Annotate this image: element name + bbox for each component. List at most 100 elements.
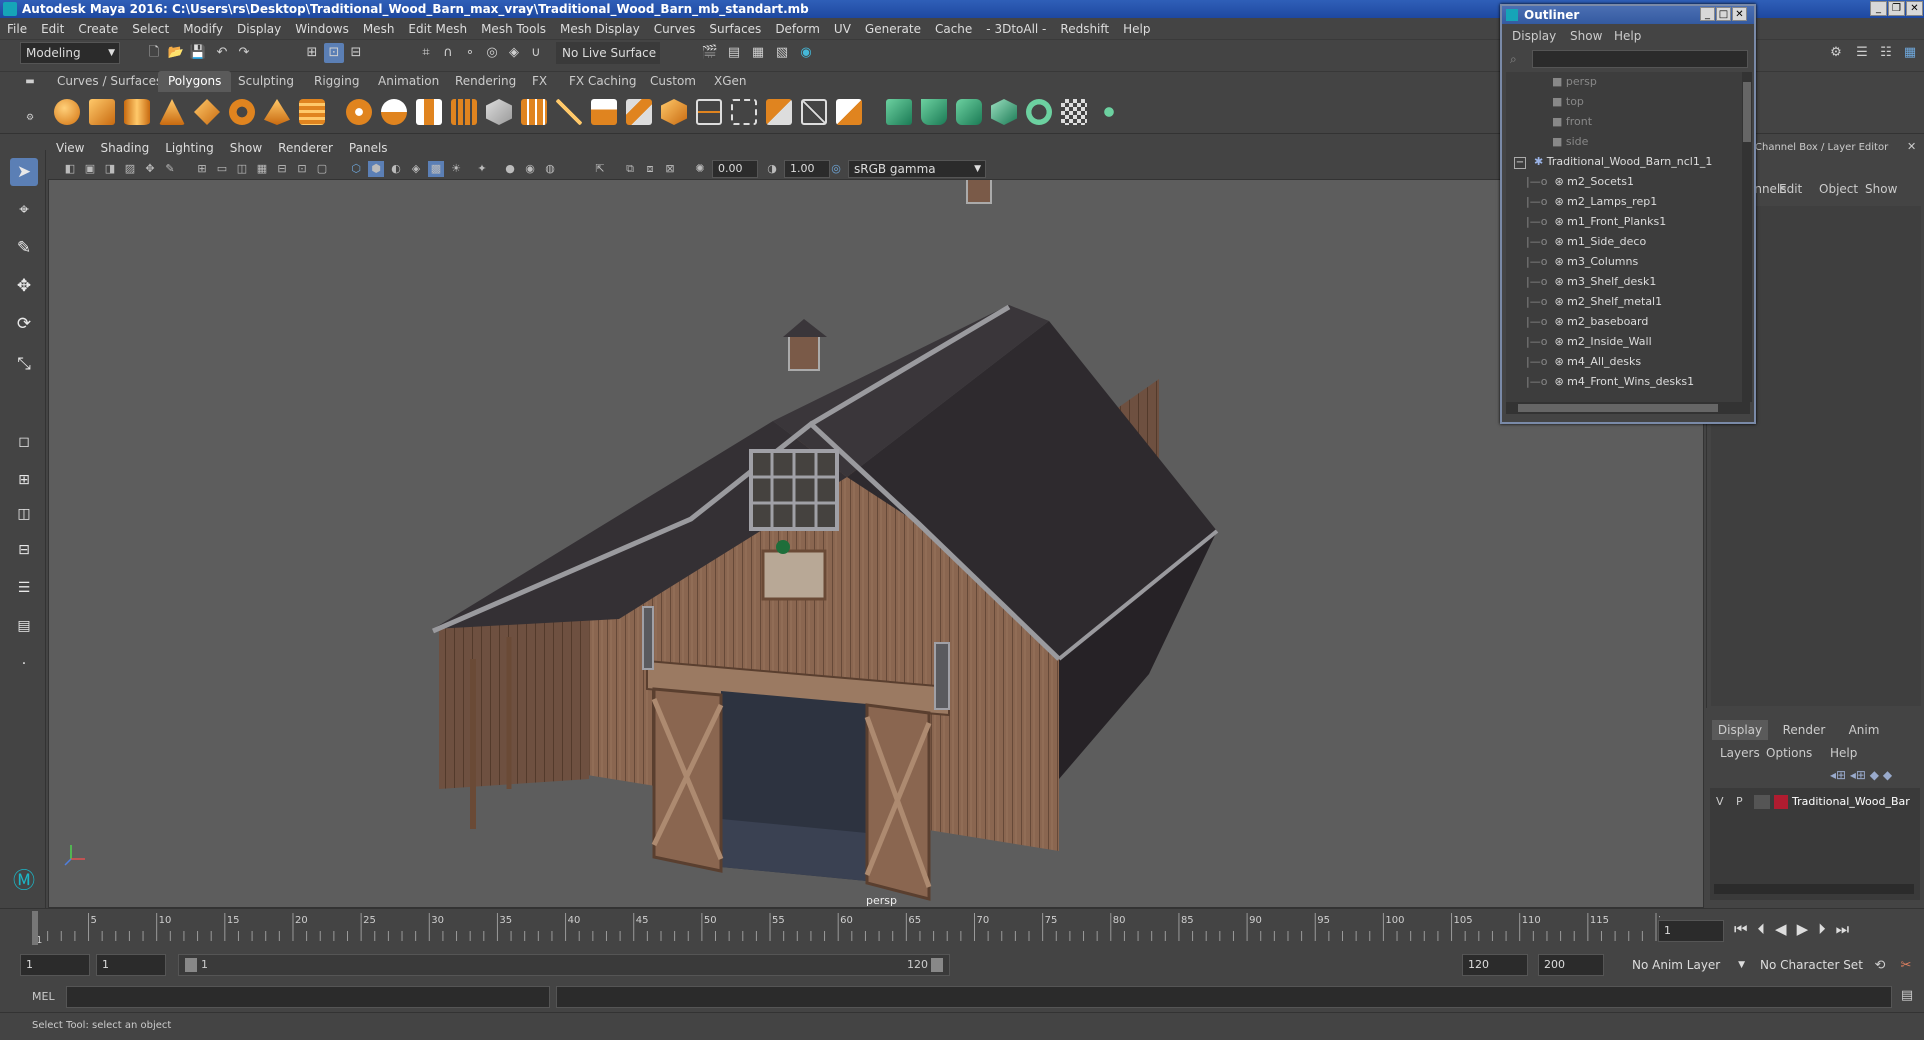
menu-help[interactable]: Help: [1116, 18, 1157, 40]
snap-grid-icon[interactable]: ⌗: [416, 43, 436, 63]
range-handle-start[interactable]: [185, 958, 197, 972]
textured-icon[interactable]: ▩: [428, 161, 444, 177]
step-back-icon[interactable]: ⏴: [1758, 920, 1776, 938]
combine-icon[interactable]: [346, 99, 372, 125]
menu-windows[interactable]: Windows: [288, 18, 356, 40]
bookmark-icon[interactable]: ◨: [102, 161, 118, 177]
play-forward-icon[interactable]: ▶: [1797, 920, 1819, 938]
menu-mesh-display[interactable]: Mesh Display: [553, 18, 647, 40]
image-plane-icon[interactable]: ▨: [122, 161, 138, 177]
hypershade-icon[interactable]: ◉: [796, 43, 816, 63]
outliner-search-input[interactable]: [1532, 50, 1748, 68]
isolate-select-icon[interactable]: ⇱: [592, 161, 608, 177]
append-polygon-icon[interactable]: [766, 99, 792, 125]
xray-components-icon[interactable]: ⊠: [662, 161, 678, 177]
poly-torus-icon[interactable]: [229, 99, 255, 125]
modeling-toolkit-icon[interactable]: ⚙: [1826, 43, 1846, 63]
outliner-item-child[interactable]: |—o ⊛ m2_Lamps_rep1: [1526, 192, 1657, 212]
tab-custom[interactable]: Custom: [640, 71, 706, 92]
menu-mesh-tools[interactable]: Mesh Tools: [474, 18, 553, 40]
shadows-icon[interactable]: ✦: [474, 161, 490, 177]
range-handle-end[interactable]: [931, 958, 943, 972]
multi-cut-icon[interactable]: [556, 99, 582, 125]
outliner-item-front[interactable]: ■ front: [1552, 112, 1592, 132]
snap-surface-icon[interactable]: ◈: [504, 43, 524, 63]
ambient-occlusion-icon[interactable]: ●: [502, 161, 518, 177]
four-view-icon[interactable]: ⊞: [10, 466, 38, 494]
smooth-icon[interactable]: [451, 99, 477, 125]
side-by-side-icon[interactable]: ◫: [10, 500, 38, 528]
paint-select-icon[interactable]: ✎: [10, 234, 38, 262]
barn-model[interactable]: [49, 139, 1705, 909]
insert-edge-loop-icon[interactable]: [696, 99, 722, 125]
restore-icon[interactable]: ❐: [1888, 1, 1905, 16]
go-to-start-icon[interactable]: ⏮: [1734, 920, 1758, 938]
outliner-group-item[interactable]: − ✱ Traditional_Wood_Barn_ncl1_1: [1514, 152, 1712, 172]
menu-generate[interactable]: Generate: [858, 18, 928, 40]
current-time-marker[interactable]: [32, 911, 38, 945]
menu-layers[interactable]: Layers: [1720, 746, 1760, 760]
maximize-icon[interactable]: □: [1716, 7, 1731, 21]
exposure-field[interactable]: 0.00: [712, 160, 758, 178]
menu-options[interactable]: Options: [1766, 746, 1812, 760]
use-all-lights-icon[interactable]: ☀: [448, 161, 464, 177]
outliner-item-side[interactable]: ■ side: [1552, 132, 1588, 152]
viewport-menu-renderer[interactable]: Renderer: [270, 138, 341, 158]
tab-rigging[interactable]: Rigging: [304, 71, 369, 92]
menu-object[interactable]: Object: [1819, 182, 1858, 196]
fill-hole-icon[interactable]: [801, 99, 827, 125]
extract-icon[interactable]: [416, 99, 442, 125]
grease-pencil-icon[interactable]: ✎: [162, 161, 178, 177]
outliner-menu-help[interactable]: Help: [1614, 26, 1641, 46]
persp-viewport[interactable]: [48, 138, 1704, 908]
viewport-menu-view[interactable]: View: [48, 138, 92, 158]
move-tool-icon[interactable]: ✥: [10, 272, 38, 300]
outliner-menu-show[interactable]: Show: [1570, 26, 1602, 46]
channel-box-icon[interactable]: ▦: [1900, 43, 1920, 63]
outliner-item-child[interactable]: |—o ⊛ m3_Shelf_desk1: [1526, 272, 1656, 292]
layer-visibility-toggle[interactable]: V: [1716, 792, 1724, 812]
playback-start-field[interactable]: 1: [96, 954, 166, 976]
step-back-key-icon[interactable]: ◀: [1775, 920, 1797, 938]
layer-reference-toggle[interactable]: [1754, 795, 1770, 809]
uv-planar-icon[interactable]: [886, 99, 912, 125]
tab-animation[interactable]: Animation: [368, 71, 449, 92]
outliner-item-child[interactable]: |—o ⊛ m4_Front_Wins_desks1: [1526, 372, 1694, 392]
film-gate-icon[interactable]: ▭: [214, 161, 230, 177]
playback-end-field[interactable]: 120: [1462, 954, 1528, 976]
tab-sculpting[interactable]: Sculpting: [228, 71, 304, 92]
menu-redshift[interactable]: Redshift: [1053, 18, 1116, 40]
rotate-tool-icon[interactable]: ⟳: [10, 310, 38, 338]
smooth-shade-icon[interactable]: ⬢: [368, 161, 384, 177]
auto-key-icon[interactable]: ⟲: [1870, 956, 1890, 976]
time-slider[interactable]: 1 5 10 15 20 25 30 35 40 45 50 55 60 65 70 75 80 85 90 95 10…: [0, 908, 1924, 948]
shelf-options-icon[interactable]: ⚙: [20, 108, 40, 128]
tab-fx-caching[interactable]: FX Caching: [559, 71, 646, 92]
menu-edit[interactable]: Edit: [1779, 182, 1802, 196]
layout-options-icon[interactable]: ·: [10, 650, 38, 678]
layer-name[interactable]: Traditional_Wood_Bar: [1792, 792, 1910, 812]
outliner-layout-icon[interactable]: ▤: [10, 612, 38, 640]
select-tool-icon[interactable]: ➤: [10, 158, 38, 186]
poly-cube-icon[interactable]: [89, 99, 115, 125]
outliner-item-child[interactable]: |—o ⊛ m2_Inside_Wall: [1526, 332, 1652, 352]
save-scene-icon[interactable]: 💾: [188, 43, 208, 63]
outliner-item-child[interactable]: |—o ⊛ m3_Columns: [1526, 252, 1638, 272]
snap-curve-icon[interactable]: ∩: [438, 43, 458, 63]
close-icon[interactable]: ✕: [1732, 7, 1747, 21]
current-frame-field[interactable]: 1: [1658, 920, 1724, 942]
color-space-dropdown[interactable]: sRGB gamma ▼: [848, 160, 986, 178]
outliner-item-child[interactable]: |—o ⊛ m2_Socets1: [1526, 172, 1634, 192]
uv-editor-icon[interactable]: [1096, 99, 1122, 125]
single-view-icon[interactable]: ◻: [10, 428, 38, 456]
close-icon[interactable]: ✕: [1906, 1, 1923, 16]
outliner-vscrollbar[interactable]: [1742, 72, 1752, 402]
select-hierarchy-icon[interactable]: ⊞: [302, 43, 322, 63]
gamma-field[interactable]: 1.00: [784, 160, 830, 178]
script-editor-icon[interactable]: ▤: [1898, 988, 1916, 1006]
menu-uv[interactable]: UV: [827, 18, 858, 40]
outliner-menu-display[interactable]: Display: [1512, 26, 1556, 46]
go-to-end-icon[interactable]: ⏭: [1836, 920, 1860, 938]
snap-magnet-icon[interactable]: ∪: [526, 43, 546, 63]
mirror-icon[interactable]: [521, 99, 547, 125]
